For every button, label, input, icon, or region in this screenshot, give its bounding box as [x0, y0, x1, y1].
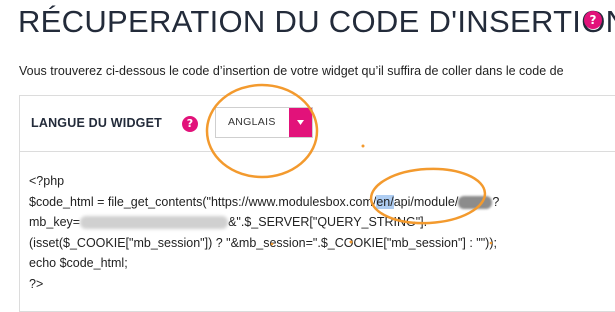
help-icon[interactable]: ?	[182, 116, 198, 132]
redacted-text	[458, 195, 493, 209]
code-line: ?>	[29, 276, 44, 291]
code-panel: LANGUE DU WIDGET ? ANGLAIS <?php $code_h…	[19, 95, 615, 312]
code-line: echo $code_html;	[29, 256, 128, 270]
language-select[interactable]: ANGLAIS	[215, 107, 313, 138]
caret-down-icon	[297, 120, 304, 125]
code-line: $code_html = file_get_contents("https://…	[29, 192, 499, 213]
selected-text: en/	[376, 194, 394, 209]
code-text: ?	[492, 194, 500, 209]
code-text: mb_key=	[29, 215, 81, 229]
intro-text: Vous trouverez ci-dessous le code d’inse…	[19, 64, 564, 78]
code-text: api/module/	[393, 194, 459, 209]
code-line: mb_key= &".$_SERVER["QUERY_STRING"].	[29, 212, 499, 233]
panel-header: LANGUE DU WIDGET ? ANGLAIS	[20, 96, 615, 152]
code-line: (isset($_COOKIE["mb_session"]) ? "&mb_se…	[29, 235, 497, 250]
widget-language-label: LANGUE DU WIDGET	[31, 116, 162, 130]
help-icon[interactable]: ?	[584, 11, 602, 29]
code-text: $code_html = file_get_contents("https://…	[29, 194, 377, 209]
code-text: &".$_SERVER["QUERY_STRING"].	[228, 215, 428, 229]
language-select-value: ANGLAIS	[228, 116, 276, 128]
embed-code[interactable]: <?php $code_html = file_get_contents("ht…	[29, 171, 499, 294]
code-line: <?php	[29, 174, 65, 188]
page-title: RÉCUPERATION DU CODE D'INSERTION	[18, 4, 615, 39]
dropdown-toggle-button[interactable]	[289, 108, 312, 137]
redacted-text	[80, 216, 229, 230]
